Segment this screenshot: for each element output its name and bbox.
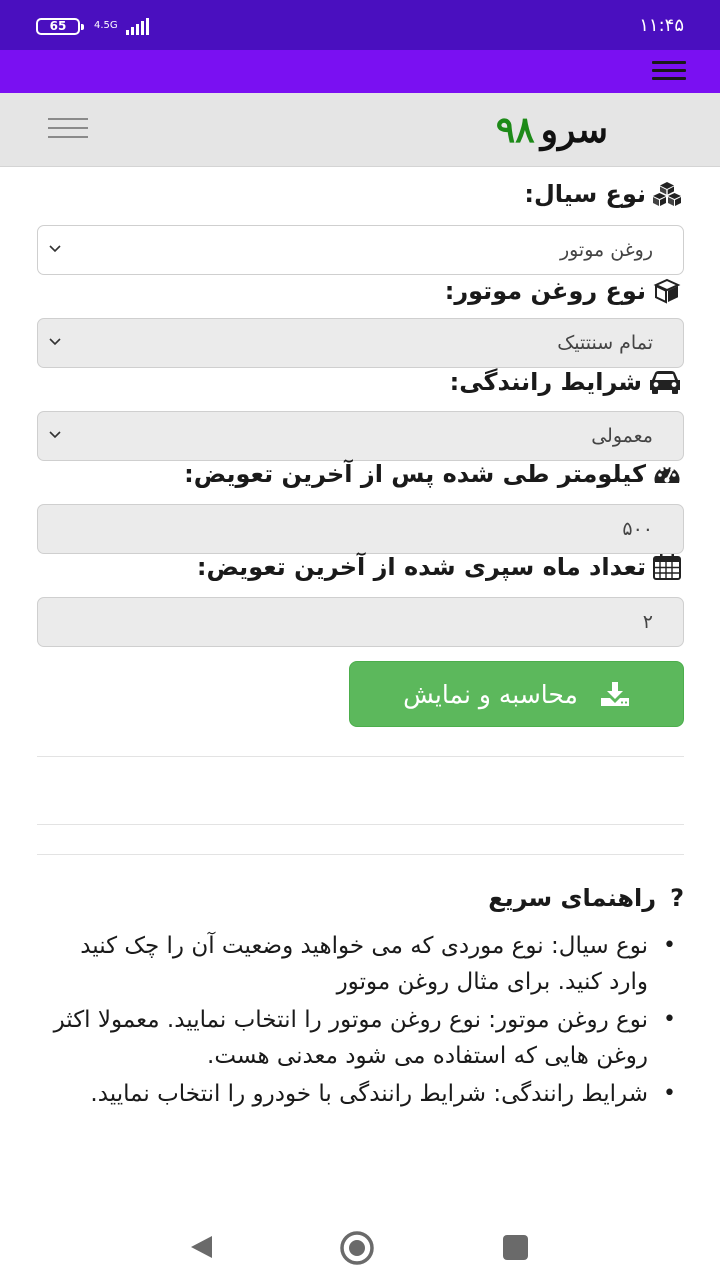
menu-icon[interactable]: [652, 61, 686, 81]
km-since-change-label: کیلومتر طی شده پس از آخرین تعویض:: [184, 460, 682, 488]
oil-type-label-text: نوع روغن موتور:: [444, 277, 646, 305]
calendar-icon: [653, 554, 681, 580]
home-icon[interactable]: [339, 1230, 375, 1266]
divider: [37, 854, 684, 855]
months-since-change-label-text: تعداد ماه سپری شده از آخرین تعویض:: [196, 553, 646, 581]
oil-type-select[interactable]: تمام سنتتیک: [37, 318, 684, 368]
battery-level: 65: [49, 18, 67, 33]
network-type: 4.5G: [94, 20, 118, 31]
status-clock: ۱۱:۴۵: [639, 15, 684, 36]
fluid-type-label-text: نوع سیال:: [524, 180, 646, 208]
car-icon: [650, 371, 680, 394]
fluid-type-label: نوع سیال:: [524, 180, 682, 208]
cubes-icon: [653, 182, 681, 206]
status-indicators: 65 4.5G: [36, 16, 149, 36]
months-since-change-input[interactable]: ۲: [37, 597, 684, 647]
question-icon: ?: [670, 884, 684, 912]
site-logo[interactable]: سرو۹۸: [496, 109, 608, 151]
chevron-down-icon: [49, 245, 61, 253]
km-since-change-label-text: کیلومتر طی شده پس از آخرین تعویض:: [184, 460, 646, 488]
status-bar: 65 4.5G ۱۱:۴۵: [0, 0, 720, 50]
guide-title: ? راهنمای سریع: [488, 884, 684, 912]
oil-type-value: تمام سنتتیک: [557, 332, 653, 354]
list-item: نوع روغن موتور: نوع روغن موتور را انتخاب…: [40, 1002, 680, 1074]
driving-conditions-select[interactable]: معمولی: [37, 411, 684, 461]
fluid-type-select[interactable]: روغن موتور: [37, 225, 684, 275]
top-navbar: [0, 50, 720, 93]
guide-title-text: راهنمای سریع: [488, 884, 657, 912]
battery-icon: 65: [36, 17, 84, 35]
site-header: سرو۹۸: [0, 93, 720, 167]
system-nav-bar: [0, 1214, 720, 1280]
months-since-change-value: ۲: [642, 611, 653, 633]
signal-icon: [125, 17, 149, 35]
back-icon[interactable]: [188, 1234, 214, 1260]
divider: [37, 756, 684, 757]
list-item: شرایط رانندگی: شرایط رانندگی با خودرو را…: [40, 1076, 680, 1112]
km-since-change-value: ۵۰۰: [622, 518, 653, 540]
logo-number: ۹۸: [495, 109, 535, 151]
calculate-button[interactable]: محاسبه و نمایش: [349, 661, 684, 727]
download-icon: [600, 682, 629, 706]
calculate-button-label: محاسبه و نمایش: [403, 679, 578, 709]
hamburger-menu-icon[interactable]: [48, 118, 88, 140]
divider: [37, 824, 684, 825]
oil-type-label: نوع روغن موتور:: [445, 277, 682, 305]
tachometer-icon: [654, 465, 680, 483]
list-item: نوع سیال: نوع موردی که می خواهید وضعیت آ…: [40, 928, 680, 1000]
chevron-down-icon: [49, 338, 61, 346]
cube-icon: [653, 278, 681, 304]
km-since-change-input[interactable]: ۵۰۰: [37, 504, 684, 554]
fluid-type-value: روغن موتور: [559, 239, 653, 261]
logo-text: سرو: [540, 109, 608, 151]
driving-conditions-label: شرایط رانندگی:: [450, 368, 682, 396]
driving-conditions-value: معمولی: [591, 425, 653, 447]
chevron-down-icon: [49, 431, 61, 439]
months-since-change-label: تعداد ماه سپری شده از آخرین تعویض:: [197, 553, 682, 581]
guide-list: نوع سیال: نوع موردی که می خواهید وضعیت آ…: [40, 928, 680, 1114]
driving-conditions-label-text: شرایط رانندگی:: [449, 368, 642, 396]
recents-icon[interactable]: [503, 1235, 528, 1260]
